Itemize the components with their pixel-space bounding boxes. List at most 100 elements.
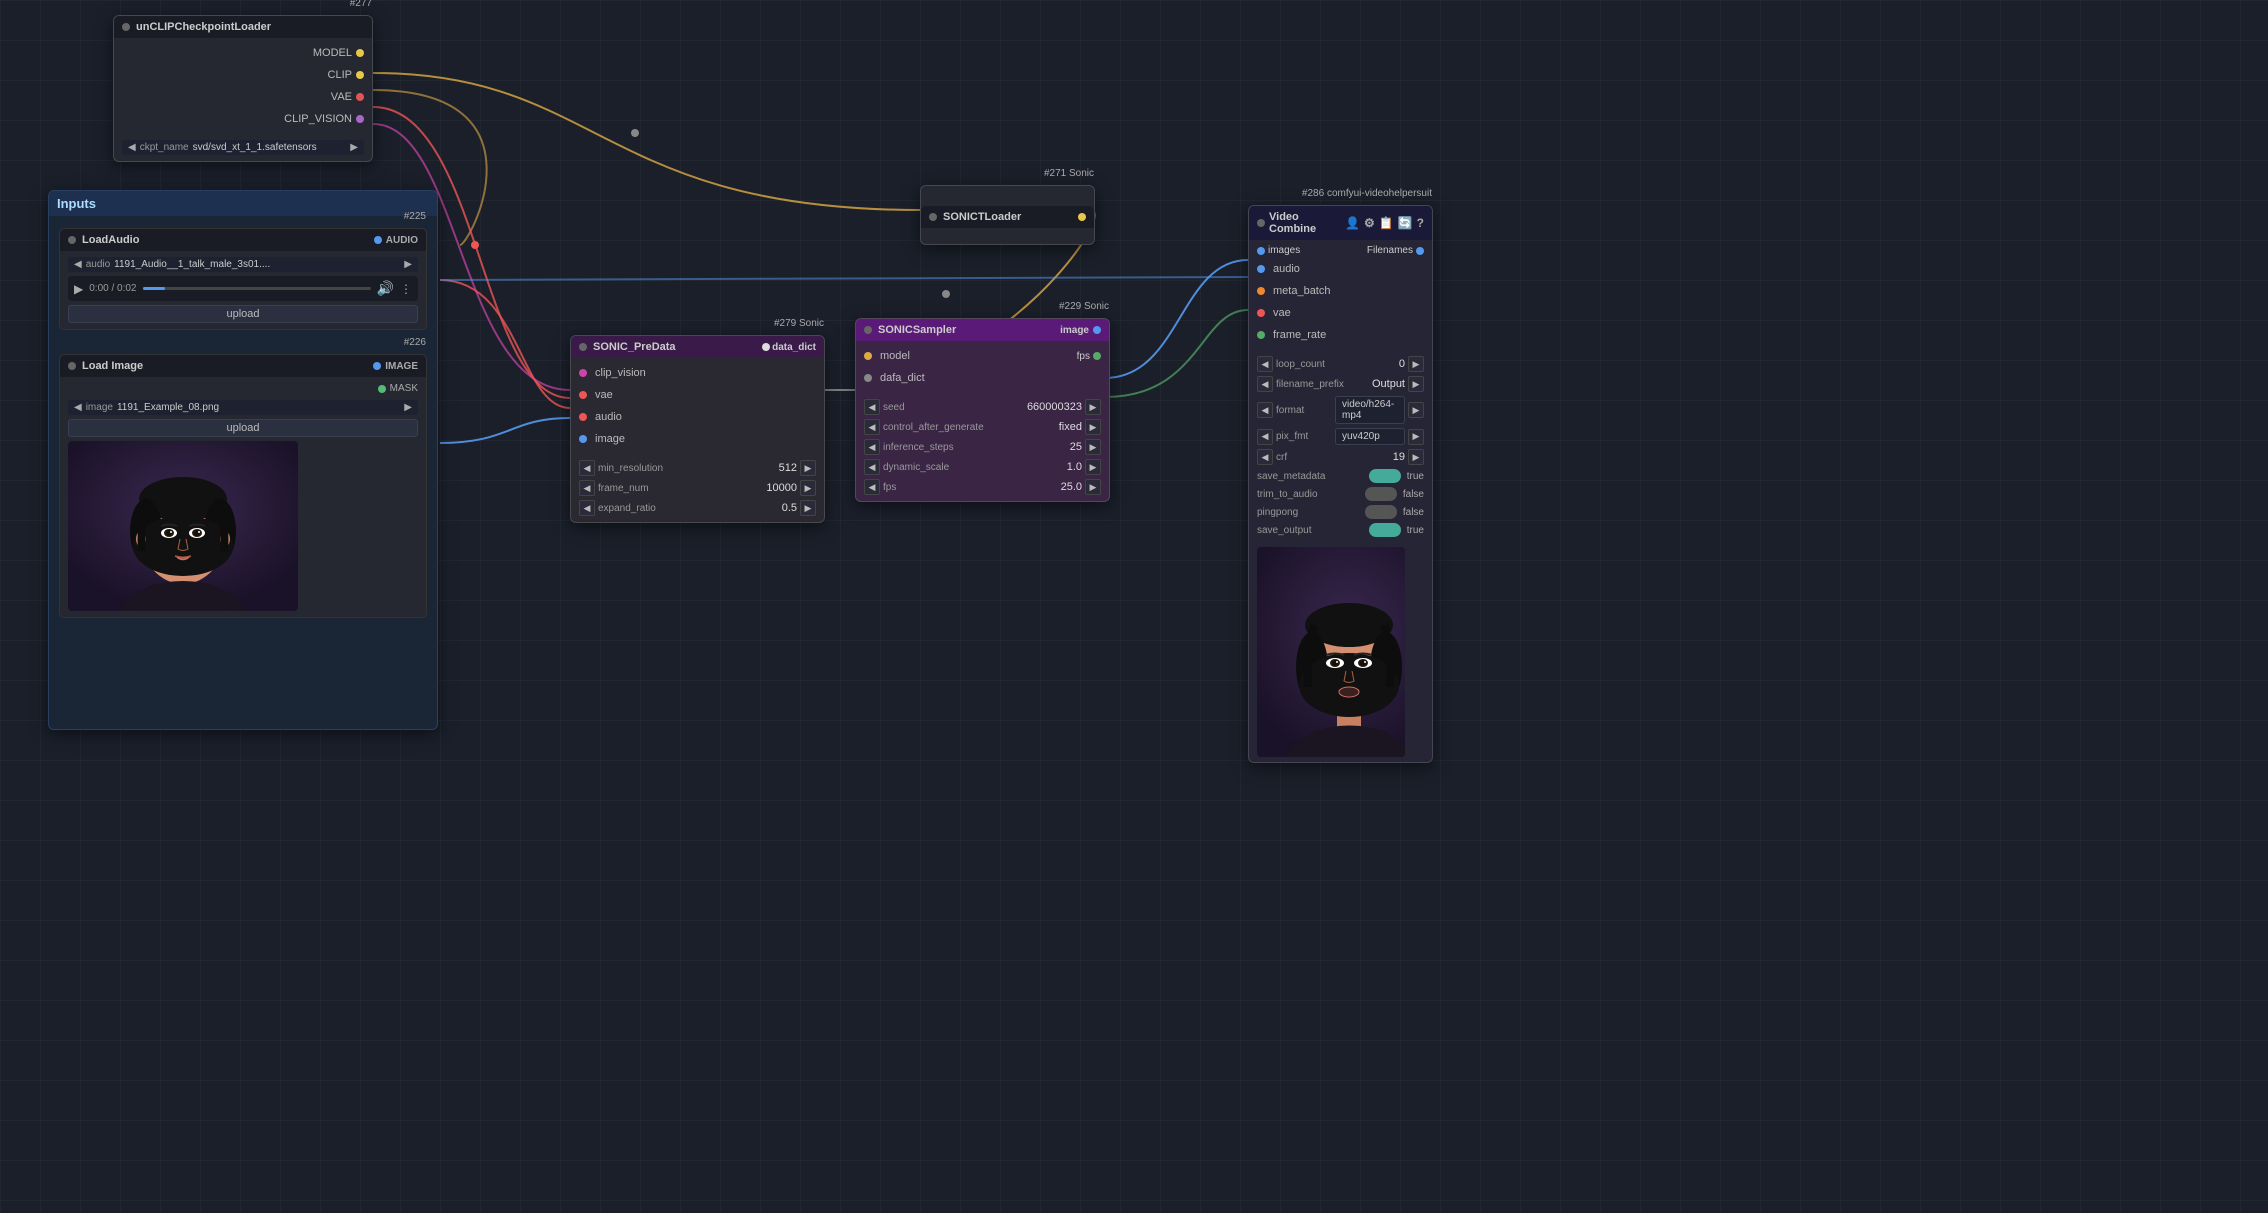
ckpt-next-btn[interactable]: ▶ (350, 142, 358, 153)
fmt-label: format (1276, 405, 1332, 416)
save-meta-row: save_metadata true (1257, 469, 1424, 483)
fps-prev-btn[interactable]: ◀ (864, 479, 880, 495)
node-id-unclip: #277 (350, 0, 372, 9)
unclip-node: #277 unCLIPCheckpointLoader MODEL CLIP V… (113, 15, 373, 162)
fn-label: filename_prefix (1276, 379, 1362, 390)
crf-prev[interactable]: ◀ (1257, 449, 1273, 465)
video-preview-svg (1257, 547, 1405, 757)
pix-next[interactable]: ▶ (1408, 429, 1424, 445)
loop-value: 0 (1365, 358, 1405, 370)
fps-row: ◀ fps 25.0 ▶ (864, 479, 1101, 495)
save-meta-toggle[interactable] (1369, 469, 1401, 483)
fn-prev[interactable]: ◀ (1257, 376, 1273, 392)
audio-upload-btn[interactable]: upload (68, 305, 418, 323)
video-combine-icon2[interactable]: ⚙ (1364, 216, 1375, 230)
crf-next[interactable]: ▶ (1408, 449, 1424, 465)
trim-audio-label: trim_to_audio (1257, 489, 1362, 500)
control-value: fixed (1042, 421, 1082, 433)
fn-next[interactable]: ▶ (1408, 376, 1424, 392)
sonic-loader-id: #271 Sonic (1044, 168, 1094, 179)
audio-progress-bar[interactable] (143, 287, 371, 290)
video-combine-help[interactable]: ? (1417, 216, 1424, 230)
port-vae-row: VAE (122, 88, 364, 106)
seed-prev-btn[interactable]: ◀ (864, 399, 880, 415)
seed-next-btn[interactable]: ▶ (1085, 399, 1101, 415)
audio-prev-btn[interactable]: ◀ (74, 259, 82, 270)
audio-next-btn[interactable]: ▶ (404, 259, 412, 270)
port-image-in-label: image (595, 433, 625, 445)
expand-ratio-prev-btn[interactable]: ◀ (579, 500, 595, 516)
pix-label: pix_fmt (1276, 431, 1332, 442)
port-vae (356, 93, 364, 101)
fps-label: fps (883, 482, 1039, 493)
port-image-label: IMAGE (385, 361, 418, 372)
image-prev-btn[interactable]: ◀ (74, 402, 82, 413)
fn-value: Output (1365, 378, 1405, 390)
inference-steps-row: ◀ inference_steps 25 ▶ (864, 439, 1101, 455)
expand-ratio-row: ◀ expand_ratio 0.5 ▶ (579, 500, 816, 516)
port-clip (356, 71, 364, 79)
port-vae-in-label: vae (595, 389, 613, 401)
fmt-value[interactable]: video/h264-mp4 (1335, 396, 1405, 424)
infer-prev-btn[interactable]: ◀ (864, 439, 880, 455)
save-meta-label: save_metadata (1257, 471, 1366, 482)
save-meta-value: true (1407, 471, 1424, 482)
pingpong-label: pingpong (1257, 507, 1362, 518)
video-combine-icon4[interactable]: 🔄 (1398, 216, 1413, 230)
ckpt-value: svd/svd_xt_1_1.safetensors (193, 142, 347, 153)
video-combine-icon1[interactable]: 👤 (1345, 216, 1360, 230)
audio-menu-icon[interactable]: ⋮ (400, 282, 412, 296)
image-next-btn[interactable]: ▶ (404, 402, 412, 413)
trim-audio-toggle[interactable] (1365, 487, 1397, 501)
unclip-header: unCLIPCheckpointLoader (114, 16, 372, 38)
video-combine-icon3[interactable]: 📋 (1379, 216, 1394, 230)
filename-prefix-row: ◀ filename_prefix Output ▶ (1257, 376, 1424, 392)
port-datadict-in (864, 374, 872, 382)
audio-label: audio (86, 259, 110, 270)
min-res-value: 512 (757, 462, 797, 474)
control-prev-btn[interactable]: ◀ (864, 419, 880, 435)
sonic-predata-title: SONIC_PreData (593, 341, 676, 353)
sonic-loader-title: SONICTLoader (943, 211, 1021, 223)
save-output-toggle[interactable] (1369, 523, 1401, 537)
dynscale-next-btn[interactable]: ▶ (1085, 459, 1101, 475)
audio-volume-icon[interactable]: 🔊 (377, 280, 394, 297)
image-file-row: ◀ image 1191_Example_08.png ▶ (68, 400, 418, 415)
port-audio-out (374, 236, 382, 244)
min-res-next-btn[interactable]: ▶ (800, 460, 816, 476)
fps-next-btn[interactable]: ▶ (1085, 479, 1101, 495)
frame-num-prev-btn[interactable]: ◀ (579, 480, 595, 496)
port-image-sampler-out (1093, 326, 1101, 334)
sonic-sampler-id: #229 Sonic (1059, 301, 1109, 312)
port-audio-in-label: audio (595, 411, 622, 423)
port-datadict-out (762, 343, 770, 351)
pix-value[interactable]: yuv420p (1335, 428, 1405, 445)
infer-next-btn[interactable]: ▶ (1085, 439, 1101, 455)
min-res-prev-btn[interactable]: ◀ (579, 460, 595, 476)
trim-audio-value: false (1403, 489, 1424, 500)
control-next-btn[interactable]: ▶ (1085, 419, 1101, 435)
ckpt-prev-btn[interactable]: ◀ (128, 142, 136, 153)
sonic-loader-header: SONICTLoader (921, 206, 1094, 228)
image-upload-btn[interactable]: upload (68, 419, 418, 437)
expand-ratio-next-btn[interactable]: ▶ (800, 500, 816, 516)
pix-prev[interactable]: ◀ (1257, 429, 1273, 445)
sonic-loader-dot (929, 213, 937, 221)
loop-next[interactable]: ▶ (1408, 356, 1424, 372)
trim-audio-row: trim_to_audio false (1257, 487, 1424, 501)
audio-player: ▶ 0:00 / 0:02 🔊 ⋮ (68, 276, 418, 301)
frame-num-next-btn[interactable]: ▶ (800, 480, 816, 496)
port-model-row: MODEL (122, 44, 364, 62)
fmt-next[interactable]: ▶ (1408, 402, 1424, 418)
fmt-prev[interactable]: ◀ (1257, 402, 1273, 418)
dynscale-prev-btn[interactable]: ◀ (864, 459, 880, 475)
video-combine-header: Video Combine 👤 ⚙ 📋 🔄 ? (1249, 206, 1432, 240)
seed-row: ◀ seed 660000323 ▶ (864, 399, 1101, 415)
control-after-row: ◀ control_after_generate fixed ▶ (864, 419, 1101, 435)
crf-row: ◀ crf 19 ▶ (1257, 449, 1424, 465)
loop-prev[interactable]: ◀ (1257, 356, 1273, 372)
pingpong-toggle[interactable] (1365, 505, 1397, 519)
audio-play-btn[interactable]: ▶ (74, 282, 83, 296)
loadimage-dot (68, 362, 76, 370)
sonic-sampler-body: model fps dafa_dict ◀ seed 660000323 ▶ ◀… (856, 341, 1109, 501)
